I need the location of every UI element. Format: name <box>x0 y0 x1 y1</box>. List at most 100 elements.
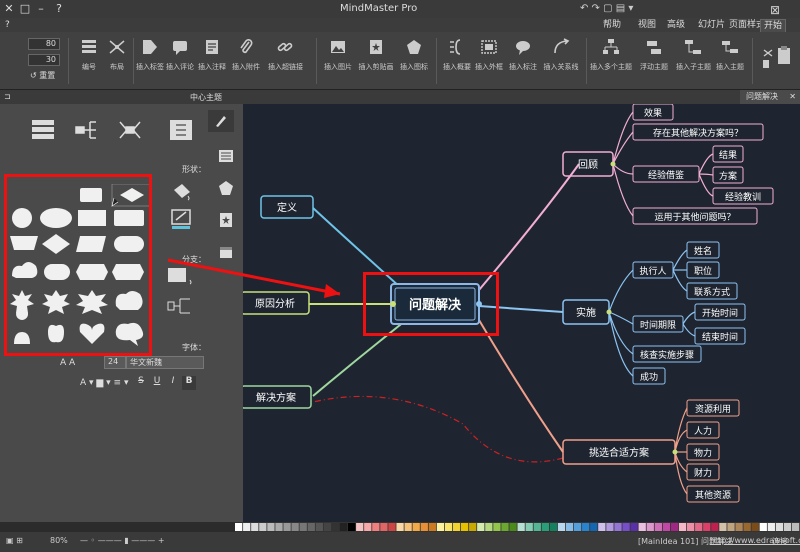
numbering-button[interactable]: 编号 <box>74 38 104 86</box>
spin-input-1[interactable]: 80 <box>28 38 60 50</box>
fit-page-icon[interactable]: ▣ ⊞ <box>6 536 23 545</box>
tab-slides[interactable]: 幻灯片 <box>695 19 728 32</box>
color-swatch[interactable] <box>622 523 630 531</box>
color-swatch[interactable] <box>630 523 638 531</box>
topic-cause-analysis[interactable]: 原因分析 <box>240 291 310 315</box>
subtopic-start-time[interactable]: 开始时间 <box>694 303 746 321</box>
font-size-select[interactable]: 24 <box>104 356 126 369</box>
color-swatch[interactable] <box>436 523 445 531</box>
color-swatch[interactable] <box>719 523 727 531</box>
reset-button[interactable]: ↺ 重置 <box>30 70 55 81</box>
color-swatch[interactable] <box>598 523 606 531</box>
color-swatch[interactable] <box>791 523 800 531</box>
close-window-button[interactable]: ✕ <box>2 2 16 16</box>
color-swatch[interactable] <box>364 523 372 531</box>
strike-button[interactable]: S <box>134 376 148 390</box>
color-swatch[interactable] <box>638 523 646 531</box>
color-swatch[interactable] <box>452 523 461 531</box>
font-family-select[interactable]: 华文新魏 <box>126 356 204 369</box>
color-swatch[interactable] <box>751 523 759 531</box>
color-swatch[interactable] <box>267 523 275 531</box>
color-swatch[interactable] <box>412 523 420 531</box>
color-swatch[interactable] <box>711 523 719 531</box>
insert-summary-button[interactable]: 插入概要 <box>442 38 472 86</box>
insert-multiple-topics-button[interactable]: 插入多个主题 <box>590 38 632 86</box>
subtopic-success[interactable]: 成功 <box>632 367 666 385</box>
color-swatch[interactable] <box>251 523 259 531</box>
color-swatch[interactable] <box>509 523 517 531</box>
quick-access-icons[interactable]: ↶ ↷ ▢ ▤ ▾ <box>580 3 633 14</box>
color-swatch[interactable] <box>759 523 767 531</box>
topic-choose-solution[interactable]: 挑选合适方案 <box>562 439 676 465</box>
color-swatch[interactable] <box>348 523 356 531</box>
mindmap-canvas[interactable]: 问题解决 定义 原因分析 解决方案 回顾 效果 存在其他解决方案吗？ 经验借鉴 … <box>240 103 800 522</box>
subtopic-other-resources[interactable]: 其他资源 <box>686 485 740 503</box>
document-tab[interactable]: 问题解决 ✕ <box>740 90 800 104</box>
color-swatch[interactable] <box>243 523 251 531</box>
insert-icon-button[interactable]: 插入图标 <box>398 38 430 86</box>
color-swatch[interactable] <box>557 523 566 531</box>
color-swatch[interactable] <box>574 523 582 531</box>
color-swatch[interactable] <box>259 523 267 531</box>
format-tab[interactable] <box>208 110 234 132</box>
floating-topic-button[interactable]: 浮动主题 <box>636 38 672 86</box>
topic-solution[interactable]: 解决方案 <box>240 385 312 409</box>
tab-home[interactable]: 开始 <box>760 19 787 32</box>
color-swatches[interactable] <box>235 522 800 532</box>
color-swatch[interactable] <box>775 523 784 531</box>
color-swatch[interactable] <box>372 523 380 531</box>
minimize-button[interactable]: – <box>34 2 48 16</box>
color-swatch[interactable] <box>444 523 453 531</box>
insert-clipart-button[interactable]: 插入剪贴画 <box>358 38 394 86</box>
insert-relationship-button[interactable]: 插入关系线 <box>542 38 580 86</box>
insert-comment-button[interactable]: 插入评论 <box>166 38 194 86</box>
insert-callout-button[interactable]: 插入标注 <box>508 38 538 86</box>
help-icon[interactable]: ? <box>52 2 66 16</box>
color-swatch[interactable] <box>388 523 396 531</box>
color-swatch[interactable] <box>493 523 501 531</box>
color-swatch[interactable] <box>783 523 792 531</box>
color-swatch[interactable] <box>525 523 533 531</box>
color-swatch[interactable] <box>727 523 735 531</box>
color-swatch[interactable] <box>662 523 671 531</box>
color-swatch[interactable] <box>299 523 307 531</box>
color-swatch[interactable] <box>396 523 404 531</box>
tab-view[interactable]: 视图 <box>635 19 659 32</box>
color-swatch[interactable] <box>235 523 243 531</box>
color-swatch[interactable] <box>687 523 695 531</box>
color-swatch[interactable] <box>283 523 291 531</box>
border-color-icon[interactable] <box>170 208 194 230</box>
color-swatch[interactable] <box>339 523 348 531</box>
color-swatch[interactable] <box>323 523 332 531</box>
insert-topic-button[interactable]: 插入主题 <box>714 38 746 86</box>
subtopic-apply-elsewhere[interactable]: 运用于其他问题吗？ <box>632 207 758 225</box>
color-swatch[interactable] <box>582 523 590 531</box>
color-swatch[interactable] <box>654 523 662 531</box>
color-swatch[interactable] <box>517 523 525 531</box>
color-swatch[interactable] <box>307 523 315 531</box>
subtopic-result[interactable]: 结果 <box>712 145 744 163</box>
subtopic-lessons-learned[interactable]: 经验借鉴 <box>632 165 700 183</box>
subtopic-manpower[interactable]: 人力 <box>686 421 720 439</box>
branch-style-icon[interactable] <box>166 266 194 286</box>
text-color-buttons[interactable]: A ▾ ▆ ▾ ≡ ▾ <box>80 378 128 388</box>
insert-image-button[interactable]: 插入图片 <box>322 38 354 86</box>
subtopic-position[interactable]: 职位 <box>686 261 720 279</box>
insert-subtopic-button[interactable]: 插入子主题 <box>676 38 711 86</box>
subtopic-name[interactable]: 姓名 <box>686 241 720 259</box>
fill-bucket-icon[interactable] <box>170 182 194 202</box>
insert-attachment-button[interactable]: 插入附件 <box>232 38 260 86</box>
color-swatch[interactable] <box>743 523 751 531</box>
subtopic-executor[interactable]: 执行人 <box>632 261 674 279</box>
subtopic-resources[interactable]: 资源利用 <box>686 399 740 417</box>
subtopic-end-time[interactable]: 结束时间 <box>694 327 746 345</box>
font-size-buttons[interactable]: A A <box>60 358 75 368</box>
layout-button[interactable]: 布局 <box>104 38 130 86</box>
color-swatch[interactable] <box>541 523 549 531</box>
maximize-button[interactable]: □ <box>18 2 32 16</box>
outline-icon[interactable] <box>218 148 234 164</box>
subtopic-experience[interactable]: 经验教训 <box>712 187 774 205</box>
color-swatch[interactable] <box>461 523 469 531</box>
help-right-icon[interactable]: ? <box>2 19 13 32</box>
subtopic-effect[interactable]: 效果 <box>632 103 674 121</box>
